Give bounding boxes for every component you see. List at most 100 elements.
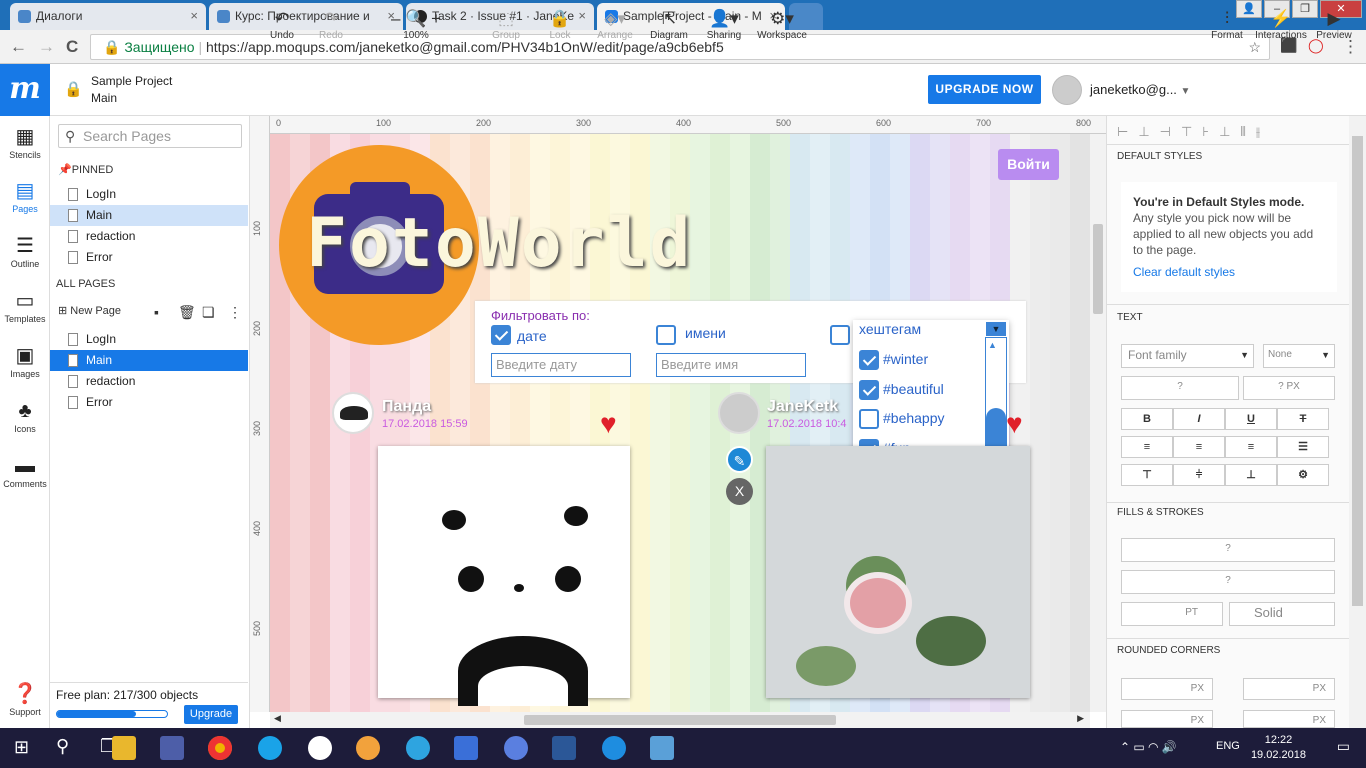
date-input[interactable]: Введите дату [491, 353, 631, 377]
diagram-button[interactable]: ⇱ Diagram [650, 8, 688, 41]
zoom-control[interactable]: – 🔍 + 100% [390, 8, 442, 41]
page-item-redaction[interactable]: redaction [50, 371, 248, 392]
underline-button[interactable]: U [1225, 408, 1277, 430]
moqups-logo[interactable]: m [0, 64, 50, 116]
scrollbar-thumb[interactable] [1352, 136, 1363, 606]
fill-color-field[interactable]: ? [1121, 538, 1335, 562]
corner-top-right[interactable]: PX [1243, 678, 1335, 700]
stroke-width-field[interactable]: PT [1121, 602, 1223, 626]
heart-icon[interactable]: ♥ [1006, 410, 1023, 438]
group-button[interactable]: ⬚ Group [490, 8, 522, 41]
tag-checkbox[interactable] [859, 409, 879, 429]
back-button[interactable]: ← [10, 37, 27, 57]
reload-button[interactable]: C [66, 37, 78, 57]
design-canvas[interactable]: FotoWorld Войти Фильтровать по: дате име… [270, 134, 1090, 712]
tab-course[interactable]: Курс: Проектирование и × [209, 3, 403, 30]
delete-button[interactable]: X [726, 478, 753, 505]
page-item-main[interactable]: Main [50, 205, 248, 226]
page-item-login[interactable]: LogIn [50, 329, 248, 350]
panda-image[interactable] [378, 446, 630, 706]
edit-icon[interactable]: ✎ [726, 446, 753, 473]
clock[interactable]: 12:22 19.02.2018 [1251, 733, 1306, 763]
panel-scrollbar[interactable] [1349, 116, 1366, 728]
format-button[interactable]: ⫶ Format [1208, 8, 1246, 41]
lock-button[interactable]: 🔒 Lock [547, 8, 573, 41]
sharing-button[interactable]: 👤▾ Sharing [705, 8, 743, 41]
text-color-field[interactable]: ? [1121, 376, 1239, 400]
tray-icons[interactable]: ⌃ ▭ ◠ 🔊 [1120, 740, 1177, 754]
chrome-icon[interactable] [208, 736, 232, 760]
app-icon[interactable] [356, 736, 380, 760]
name-input[interactable]: Введите имя [656, 353, 806, 377]
close-icon[interactable]: × [578, 8, 586, 23]
tag-checkbox[interactable] [859, 350, 879, 370]
add-folder-icon[interactable]: ▪ [154, 304, 159, 320]
search-pages-input[interactable]: ⚲ Search Pages [58, 124, 242, 148]
tab-dialogs[interactable]: Диалоги × [10, 3, 206, 30]
align-toolbar[interactable]: ⊢⊥⊣⊤⊦⊥⫴⫲ [1117, 124, 1270, 140]
undo-button[interactable]: ↶ Undo [268, 8, 296, 41]
stroke-style-select[interactable]: Solid [1229, 602, 1335, 626]
rail-icons[interactable]: ♣ Icons [0, 398, 50, 434]
app-icon[interactable] [308, 736, 332, 760]
avatar[interactable] [1052, 75, 1082, 105]
avatar[interactable] [718, 392, 760, 434]
strikethrough-button[interactable]: T [1277, 408, 1329, 430]
notification-icon[interactable]: ▭ [1337, 738, 1350, 755]
align-left-icon[interactable]: ≡ [1121, 436, 1173, 458]
tag-checkbox[interactable] [859, 379, 879, 400]
corner-top-left[interactable]: PX [1121, 678, 1213, 700]
bold-button[interactable]: B [1121, 408, 1173, 430]
post-username[interactable]: JaneKetk [767, 398, 838, 416]
align-right-icon[interactable]: ≡ [1225, 436, 1277, 458]
rose-photo[interactable] [766, 446, 1030, 698]
page-item-main[interactable]: Main [50, 350, 248, 371]
scrollbar-thumb[interactable] [524, 715, 836, 725]
rail-support[interactable]: ❓ Support [0, 681, 50, 717]
page-item-error[interactable]: Error [50, 392, 248, 413]
app-icon[interactable] [454, 736, 478, 760]
text-settings-gear-icon[interactable]: ⚙ [1277, 464, 1329, 486]
filter-date-checkbox[interactable] [491, 325, 511, 345]
corner-bottom-right[interactable]: PX [1243, 710, 1335, 728]
language-indicator[interactable]: ENG [1216, 740, 1240, 752]
login-button[interactable]: Войти [998, 149, 1059, 180]
telegram-icon[interactable] [406, 736, 430, 760]
vertical-scrollbar[interactable] [1090, 134, 1106, 712]
edge-icon[interactable] [602, 736, 626, 760]
page-item-redaction[interactable]: redaction [50, 226, 248, 247]
interactions-button[interactable]: ⚡ Interactions [1254, 8, 1308, 41]
align-justify-icon[interactable]: ☰ [1277, 436, 1329, 458]
workspace-button[interactable]: ⚙▾ Workspace [757, 8, 807, 41]
upgrade-button[interactable]: Upgrade [184, 705, 238, 724]
heart-icon[interactable]: ♥ [600, 410, 617, 438]
scrollbar-thumb[interactable] [1093, 224, 1103, 314]
valign-middle-icon[interactable]: ⫩ [1173, 464, 1225, 486]
page-item-error[interactable]: Error [50, 247, 248, 268]
word-icon[interactable] [552, 736, 576, 760]
more-icon[interactable]: ⋮ [228, 304, 242, 321]
valign-top-icon[interactable]: ⊤ [1121, 464, 1173, 486]
upgrade-now-button[interactable]: UPGRADE NOW [928, 75, 1041, 104]
user-menu[interactable]: janeketko@g... ▼ [1090, 82, 1190, 97]
app-icon[interactable] [504, 736, 528, 760]
duplicate-icon[interactable]: ❏ [202, 304, 215, 321]
rail-stencils[interactable]: ▦ Stencils [0, 124, 50, 160]
page-item-login[interactable]: LogIn [50, 184, 248, 205]
scroll-left-icon[interactable]: ◀ [274, 713, 281, 724]
corner-bottom-left[interactable]: PX [1121, 710, 1213, 728]
italic-button[interactable]: I [1173, 408, 1225, 430]
clear-default-styles-link[interactable]: Clear default styles [1133, 264, 1325, 280]
filter-name-checkbox[interactable] [656, 325, 676, 345]
search-icon[interactable]: ⚲ [56, 736, 69, 757]
rail-comments[interactable]: ▬ Comments [0, 453, 50, 489]
filter-tags-checkbox[interactable] [830, 325, 850, 345]
font-family-select[interactable]: Font family ▼ [1121, 344, 1254, 368]
rail-outline[interactable]: ☰ Outline [0, 233, 50, 269]
close-icon[interactable]: × [190, 8, 198, 23]
start-icon[interactable]: ⊞ [14, 737, 29, 758]
redo-button[interactable]: ↷ Redo [316, 8, 346, 41]
brand-title[interactable]: FotoWorld [306, 204, 692, 283]
rail-templates[interactable]: ▭ Templates [0, 288, 50, 324]
save-app-icon[interactable] [160, 736, 184, 760]
